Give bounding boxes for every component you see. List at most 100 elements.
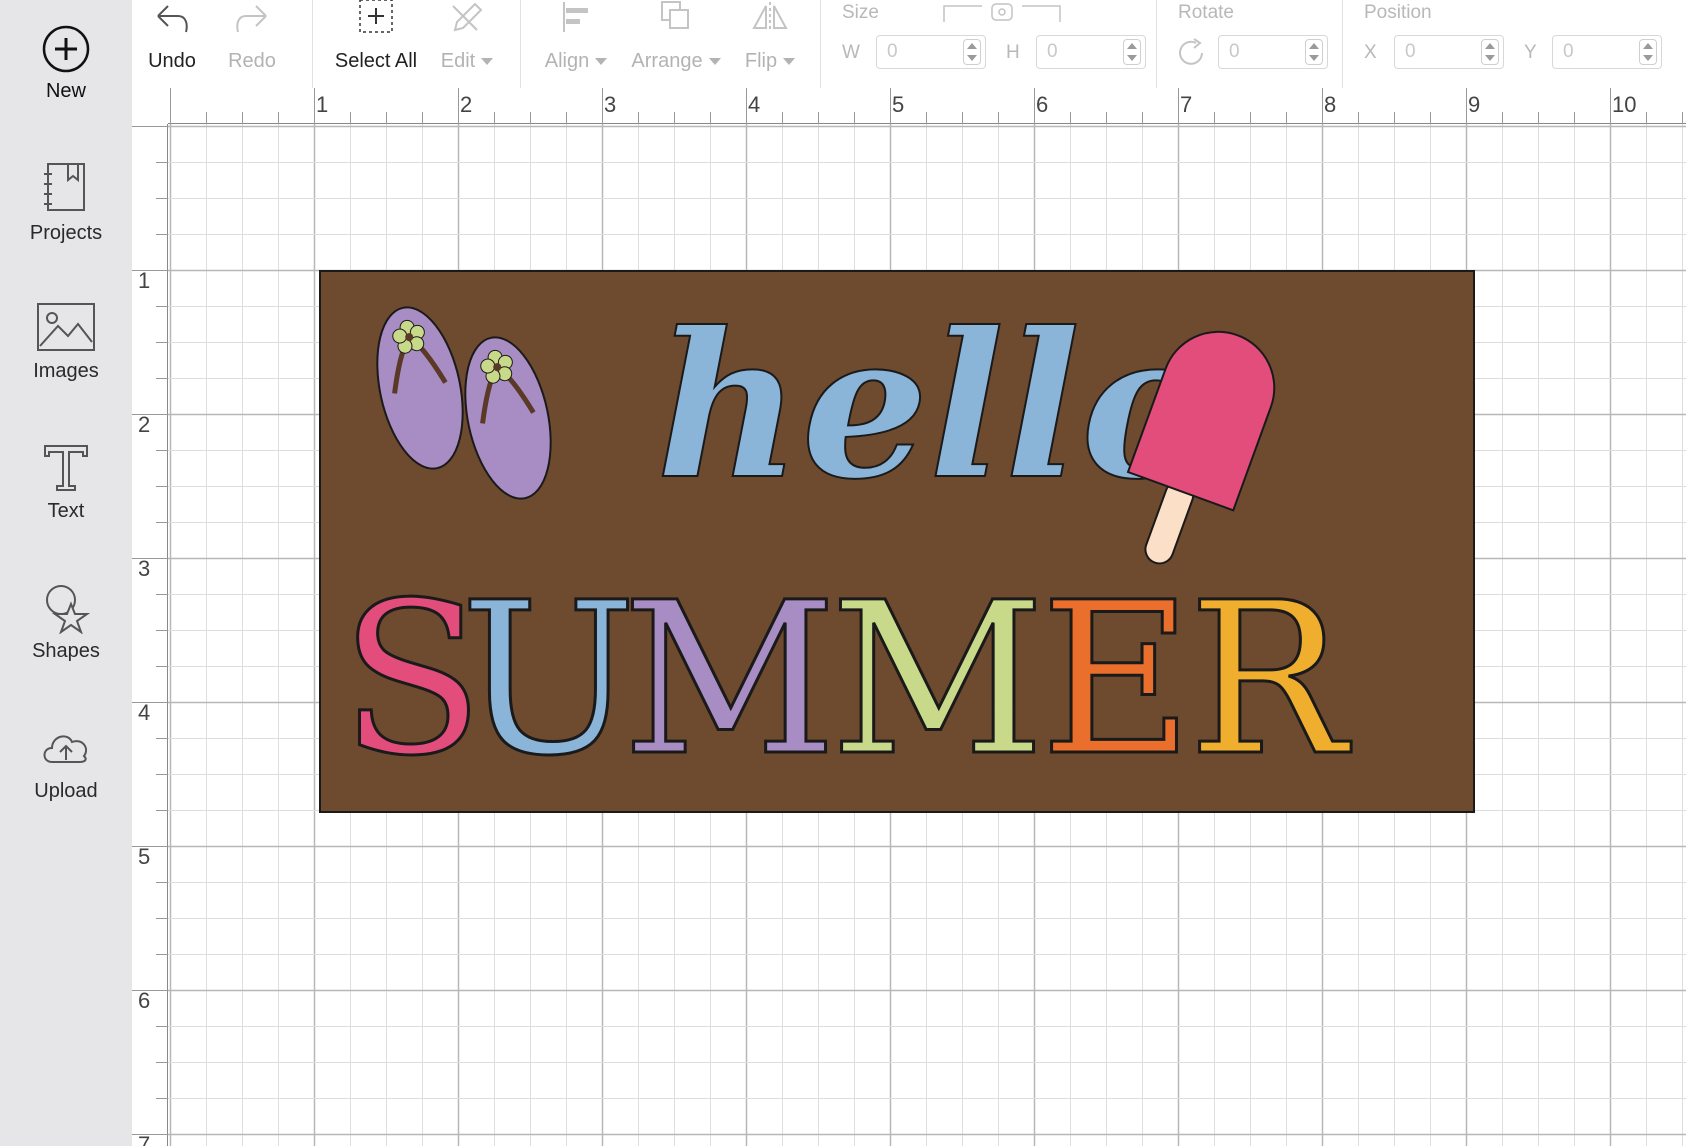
- top-ruler-ticks: [132, 88, 1686, 124]
- down-arrow-icon: [1309, 55, 1319, 61]
- flip-text: Flip: [744, 50, 778, 72]
- x-field[interactable]: [1394, 35, 1504, 69]
- width-input[interactable]: [877, 36, 965, 68]
- summer-letter-m[interactable]: M: [829, 556, 1047, 804]
- x-stepper[interactable]: [1481, 39, 1499, 65]
- sidebar-item-images[interactable]: Images: [0, 302, 132, 383]
- chevron-down-icon: [481, 58, 494, 66]
- down-arrow-icon: [1127, 55, 1137, 61]
- ruler-label: 5: [892, 92, 905, 117]
- sidebar-item-shapes[interactable]: Shapes: [0, 582, 132, 663]
- toolbar-divider: [1156, 0, 1157, 88]
- top-ruler[interactable]: 1 2 3 4 5 6 7 8 9 10: [132, 88, 1686, 124]
- y-input[interactable]: [1553, 36, 1641, 68]
- rotate-input[interactable]: [1219, 36, 1307, 68]
- y-field[interactable]: [1552, 35, 1662, 69]
- chevron-down-icon: [708, 58, 721, 66]
- ruler-label: 2: [460, 92, 473, 117]
- sidebar-item-label: Images: [33, 360, 99, 382]
- edit-dropdown[interactable]: Edit: [432, 0, 502, 88]
- align-icon: [563, 2, 588, 32]
- undo-icon: [157, 5, 188, 33]
- height-stepper[interactable]: [1123, 39, 1141, 65]
- align-label: Align: [532, 50, 620, 73]
- ruler-label: 7: [138, 1132, 151, 1146]
- ruler-label: 4: [138, 700, 151, 725]
- redo-icon: [236, 5, 267, 33]
- undo-button[interactable]: Undo: [140, 0, 204, 88]
- up-arrow-icon: [1127, 43, 1137, 49]
- redo-label: Redo: [228, 50, 276, 72]
- edit-text: Edit: [440, 50, 476, 72]
- ruler-label: 3: [604, 92, 617, 117]
- height-label: H: [1006, 42, 1020, 63]
- sidebar-item-new[interactable]: New: [0, 24, 132, 103]
- sidebar-item-projects[interactable]: Projects: [0, 160, 132, 245]
- select-all-icon: [359, 0, 393, 33]
- sidebar-item-label: Projects: [29, 222, 103, 244]
- image-icon: [37, 303, 95, 351]
- down-arrow-icon: [1643, 55, 1653, 61]
- sidebar-item-text[interactable]: Text: [0, 442, 132, 523]
- x-input[interactable]: [1395, 36, 1483, 68]
- plus-circle-icon: [42, 25, 90, 73]
- lock-ratio-icon[interactable]: [942, 2, 1062, 24]
- width-stepper[interactable]: [963, 39, 981, 65]
- up-arrow-icon: [1643, 43, 1653, 49]
- redo-button[interactable]: Redo: [220, 0, 284, 88]
- summer-letter-e[interactable]: E: [1039, 556, 1195, 804]
- width-field[interactable]: [876, 35, 986, 69]
- size-title: Size: [842, 2, 879, 23]
- flip-icon: [752, 2, 788, 32]
- ruler-label: 8: [1324, 92, 1337, 117]
- summer-text[interactable]: S U M M E R: [339, 556, 1354, 804]
- align-dropdown[interactable]: Align: [532, 0, 620, 88]
- select-all-button[interactable]: Select All: [328, 0, 424, 88]
- text-icon: [44, 445, 88, 491]
- y-stepper[interactable]: [1639, 39, 1657, 65]
- toolbar-divider: [312, 0, 313, 88]
- x-label: X: [1364, 42, 1377, 63]
- cloud-upload-icon: [43, 735, 88, 763]
- down-arrow-icon: [1485, 55, 1495, 61]
- hello-text[interactable]: hello: [655, 288, 1215, 525]
- ruler-label: 1: [316, 92, 329, 117]
- ruler-label: 4: [748, 92, 761, 117]
- sidebar-item-label: Upload: [34, 780, 98, 802]
- ruler-label: 6: [138, 988, 151, 1013]
- select-all-label: Select All: [334, 50, 418, 72]
- rotate-title: Rotate: [1178, 2, 1234, 23]
- left-ruler[interactable]: 1 2 3 4 5 6 7: [132, 124, 168, 1146]
- arrange-label: Arrange: [626, 50, 726, 73]
- down-arrow-icon: [967, 55, 977, 61]
- position-title: Position: [1364, 2, 1432, 23]
- hello-summer-design[interactable]: hello S U M M E R: [319, 270, 1475, 813]
- summer-letter-r[interactable]: R: [1187, 556, 1354, 804]
- up-arrow-icon: [1485, 43, 1495, 49]
- arrange-dropdown[interactable]: Arrange: [626, 0, 726, 88]
- sidebar-item-label: Text: [47, 500, 85, 522]
- ruler-label: 3: [138, 556, 151, 581]
- summer-letter-m[interactable]: M: [621, 556, 839, 804]
- ruler-label: 6: [1036, 92, 1049, 117]
- sidebar-item-label: Shapes: [32, 640, 100, 662]
- chevron-down-icon: [595, 58, 608, 66]
- left-sidebar: New Projects Images Text Shapes Upload: [0, 0, 133, 1146]
- height-input[interactable]: [1037, 36, 1125, 68]
- sidebar-item-upload[interactable]: Upload: [0, 722, 132, 803]
- rotate-stepper[interactable]: [1305, 39, 1323, 65]
- toolbar-divider: [1342, 0, 1343, 88]
- flip-dropdown[interactable]: Flip: [736, 0, 804, 88]
- canvas-grid: hello S U M M E R: [168, 124, 1686, 1146]
- design-canvas[interactable]: 1 2 3 4 5 6 7 8 9 10 1 2 3 4 5 6 7 hello…: [132, 88, 1686, 1146]
- ruler-label: 1: [138, 268, 151, 293]
- ruler-label: 2: [138, 412, 151, 437]
- ruler-label: 5: [138, 844, 151, 869]
- width-label: W: [842, 42, 860, 63]
- rotate-field[interactable]: [1218, 35, 1328, 69]
- ruler-corner: [132, 88, 168, 124]
- chevron-down-icon: [783, 58, 796, 66]
- arrange-text: Arrange: [631, 50, 703, 72]
- summer-letter-u[interactable]: U: [459, 556, 639, 804]
- height-field[interactable]: [1036, 35, 1146, 69]
